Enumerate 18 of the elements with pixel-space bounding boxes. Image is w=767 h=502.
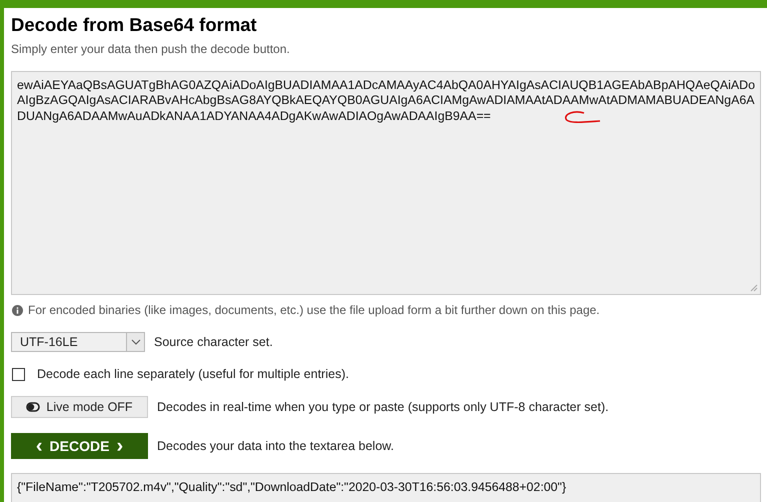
chevron-down-icon: [130, 339, 140, 345]
resize-grip-icon: [750, 284, 758, 292]
checkbox[interactable]: [12, 368, 25, 380]
checkbox-label: Decode each line separately (useful for multiple entries).: [37, 367, 349, 381]
live-mode-button[interactable]: Live mode OFF: [11, 396, 148, 418]
input-field[interactable]: ewAiAEYAaQBsAGUATgBhAG0AZQAiADoAIgBUADIAMAA1ADcAMAAyAC4AbQA0AHYAIgAsACIAUQB1AGEAbABpAHQAeQAiADoAIgBzAGQAIgAsACIARABvAHcAbgBsAG8AYQBkAEQAYQB0AGUAIgA6ACIAMgAwADIAMAAtADAAMwAtADMAMABUADEANgA6ADUANgA6ADAAMwAuADkANAA1ADYANAA4ADgAKwAwADIAOgAwADAAIgB9AA==: [11, 71, 761, 295]
page-title: Decode from Base64 format: [11, 14, 258, 36]
info-text: For encoded binaries (like images, documents, etc.) use the file upload form a bit further down on this page.: [28, 303, 600, 317]
info-icon: [12, 304, 23, 316]
charset-select[interactable]: UTF-16LE: [11, 332, 145, 352]
charset-label: Source character set.: [154, 335, 273, 349]
live-mode-description: Decodes in real-time when you type or paste (supports only UTF-8 character set).: [157, 400, 609, 414]
page-subtitle: Simply enter your data then push the decode button.: [11, 42, 291, 56]
scribble-mark: [562, 109, 602, 125]
toggle-icon: [26, 402, 40, 412]
decode-description: Decodes your data into the textarea below.: [157, 439, 394, 453]
output-field[interactable]: {"FileName":"T205702.m4v","Quality":"sd","DownloadDate":"2020-03-30T16:56:03.9456488+02:00"}: [11, 473, 761, 502]
decode-button[interactable]: ‹ DECODE ›: [11, 433, 148, 459]
